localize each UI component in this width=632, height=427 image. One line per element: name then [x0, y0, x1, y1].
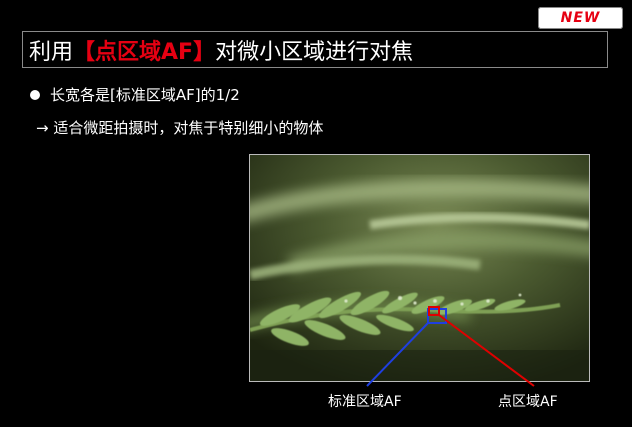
title-highlight: 点区域AF [95, 39, 194, 65]
title-suffix: 对微小区域进行对焦 [215, 39, 414, 65]
fern-macro-photo [249, 154, 590, 382]
sub-point: → 适合微距拍摄时，对焦于特别细小的物体 [36, 119, 324, 137]
fern-photo-graphic [250, 155, 589, 381]
title-bracket-open: 【 [73, 39, 96, 65]
title-bracket-close: 】 [193, 39, 216, 65]
standard-af-label: 标准区域AF [328, 394, 402, 410]
bullet-item: 长宽各是[标准区域AF]的1/2 [30, 84, 240, 105]
title-prefix: 利用 [29, 39, 74, 65]
bullet-text: 长宽各是[标准区域AF]的1/2 [50, 86, 240, 104]
slide-title: 利用 【 点区域AF 】 对微小区域进行对焦 [22, 31, 608, 68]
spot-af-label: 点区域AF [498, 394, 558, 410]
new-badge: NEW [538, 7, 623, 29]
new-badge-text: NEW [560, 10, 601, 26]
bullet-dot-icon [30, 89, 40, 100]
